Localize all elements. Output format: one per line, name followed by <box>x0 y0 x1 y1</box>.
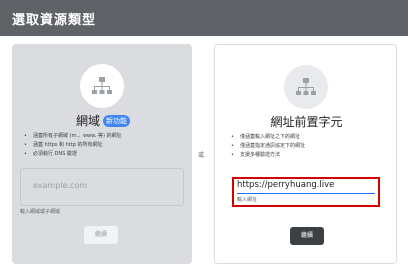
list-item: 支援多種驗證方法 <box>231 151 305 160</box>
domain-feature-list: 涵蓋所有子網域 (m.、www. 等) 的網址 涵蓋 https 和 http … <box>24 132 122 159</box>
domain-input-hint: 輸入網域或子網域 <box>20 209 61 215</box>
domain-property-card[interactable]: 網域新功能 涵蓋所有子網域 (m.、www. 等) 的網址 涵蓋 https 和… <box>12 44 192 264</box>
sitemap-icon <box>284 65 328 109</box>
dialog-header: 選取資源類型 <box>0 0 408 36</box>
or-separator: 或 <box>198 152 205 159</box>
dialog-title: 選取資源類型 <box>12 13 97 28</box>
domain-title-text: 網域 <box>76 114 101 128</box>
domain-input-placeholder: example.com <box>33 181 88 190</box>
domain-card-title: 網域 新功能 <box>76 112 131 129</box>
url-prefix-property-card[interactable]: 網址前置字元 僅涵蓋輸入網址之下的網址 僅涵蓋指定通訊協定下的網址 支援多種驗證… <box>214 44 397 264</box>
list-item: 涵蓋 https 和 http 的所有網址 <box>24 141 121 150</box>
url-prefix-feature-list: 僅涵蓋輸入網址之下的網址 僅涵蓋指定通訊協定下的網址 支援多種驗證方法 <box>231 133 305 160</box>
new-feature-badge: 新功能 <box>103 115 131 127</box>
sitemap-icon <box>80 64 124 108</box>
url-prefix-input-hint: 輸入網址 <box>237 197 258 203</box>
url-prefix-input[interactable]: https://perryhuang.live <box>237 180 334 190</box>
domain-continue-button[interactable]: 繼續 <box>84 226 118 244</box>
domain-input[interactable]: example.com <box>20 168 184 206</box>
input-underline <box>237 193 375 194</box>
list-item: 必須執行 DNS 驗證 <box>24 150 121 159</box>
list-item: 涵蓋所有子網域 (m.、www. 等) 的網址 <box>24 132 122 141</box>
list-item: 僅涵蓋輸入網址之下的網址 <box>231 133 305 142</box>
list-item: 僅涵蓋指定通訊協定下的網址 <box>231 142 305 151</box>
url-prefix-continue-button[interactable]: 繼續 <box>290 227 324 245</box>
url-prefix-card-title: 網址前置字元 <box>270 115 343 129</box>
